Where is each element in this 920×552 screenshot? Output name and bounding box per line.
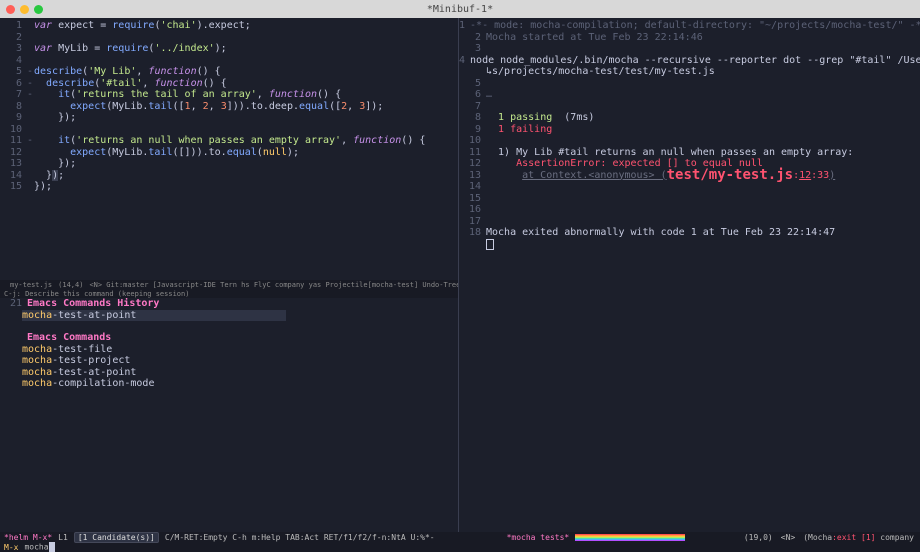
modeline-tail: <N> Git:master [Javascript-IDE Tern hs F…: [89, 281, 458, 289]
output-line: 1-*- mode: mocha-compilation; default-di…: [459, 20, 920, 32]
nyan-icon: [575, 534, 685, 541]
statusbar: *helm M-x* L1 [1 Candidate(s)] C/M-RET:E…: [0, 532, 920, 552]
helm-history-header: Emacs Commands History: [27, 298, 159, 310]
code-line[interactable]: 11- it('returns an null when passes an e…: [0, 135, 458, 147]
right-tail: company: [875, 533, 914, 542]
output-line: 7: [459, 101, 920, 113]
cursor-icon: [49, 542, 55, 552]
code-line[interactable]: 8 expect(MyLib.tail([1, 2, 3])).to.deep.…: [0, 101, 458, 113]
helm-candidate[interactable]: mocha-test-at-point: [0, 367, 458, 379]
helm-prompt-hint: C-j: Describe this command (keeping sess…: [0, 289, 458, 298]
code-line[interactable]: 5-describe('My Lib', function() {: [0, 66, 458, 78]
output-line: 13 at Context.<anonymous> (test/my-test.…: [459, 170, 920, 182]
zoom-icon[interactable]: [34, 5, 43, 14]
right-n: <N>: [781, 533, 795, 542]
right-pos: (19,0): [744, 533, 773, 542]
helm-candidate[interactable]: mocha-compilation-mode: [0, 378, 458, 390]
code-line[interactable]: 10: [0, 124, 458, 136]
code-line[interactable]: 15 });: [0, 181, 458, 193]
right-buffer-name: *mocha tests*: [507, 533, 570, 542]
mx-prompt: M-x: [4, 543, 18, 552]
output-line: 14: [459, 181, 920, 193]
right-pane: 1-*- mode: mocha-compilation; default-di…: [459, 18, 920, 532]
editor-frame: 1 var expect = require('chai').expect;2 …: [0, 18, 920, 532]
code-line[interactable]: 12 expect(MyLib.tail([])).to.equal(null)…: [0, 147, 458, 159]
left-pane: 1 var expect = require('chai').expect;2 …: [0, 18, 459, 532]
output-line: [459, 239, 920, 254]
helm-line: L1: [58, 533, 68, 542]
helm-gutter: 21: [0, 298, 27, 310]
compilation-buffer[interactable]: 1-*- mode: mocha-compilation; default-di…: [459, 18, 920, 253]
code-line[interactable]: 3 var MyLib = require('../index');: [0, 43, 458, 55]
output-line: ↳s/projects/mocha-test/test/my-test.js: [459, 66, 920, 78]
helm-help: C/M-RET:Empty C-h m:Help TAB:Act RET/f1/…: [165, 533, 435, 542]
output-line: 18Mocha exited abnormally with code 1 at…: [459, 227, 920, 239]
output-line: 5: [459, 78, 920, 90]
minimize-icon[interactable]: [20, 5, 29, 14]
code-line[interactable]: 6- describe('#tail', function() {: [0, 78, 458, 90]
window-titlebar: *Minibuf-1*: [0, 0, 920, 18]
output-line: 10: [459, 135, 920, 147]
code-line[interactable]: 1 var expect = require('chai').expect;: [0, 20, 458, 32]
code-line[interactable]: 2: [0, 32, 458, 44]
helm-commands-header: Emacs Commands: [27, 332, 111, 344]
output-line: 15: [459, 193, 920, 205]
output-line: 11 1) My Lib #tail returns an null when …: [459, 147, 920, 159]
output-line: 3: [459, 43, 920, 55]
output-line: 17: [459, 216, 920, 228]
helm-candidate[interactable]: mocha-test-project: [0, 355, 458, 367]
output-line: 9 1 failing: [459, 124, 920, 136]
code-line[interactable]: 13 });: [0, 158, 458, 170]
source-buffer[interactable]: 1 var expect = require('chai').expect;2 …: [0, 18, 458, 193]
candidate-count: [1 Candidate(s)]: [74, 532, 159, 543]
close-icon[interactable]: [6, 5, 15, 14]
code-line[interactable]: 4: [0, 55, 458, 67]
window-title: *Minibuf-1*: [0, 4, 920, 15]
modeline-pos: (14,4): [58, 281, 83, 289]
output-line: 2Mocha started at Tue Feb 23 22:14:46: [459, 32, 920, 44]
modeline-left: my-test.js (14,4) <N> Git:master [Javasc…: [0, 280, 458, 289]
code-line[interactable]: 9 });: [0, 112, 458, 124]
output-line: 4node node_modules/.bin/mocha --recursiv…: [459, 55, 920, 67]
output-line: 6…: [459, 89, 920, 101]
output-line: 16: [459, 204, 920, 216]
helm-buffer-name: *helm M-x*: [4, 533, 52, 542]
mx-input[interactable]: mocha: [24, 542, 54, 552]
exit-status: :exit [1]: [832, 533, 875, 542]
right-mode: (Mocha: [803, 533, 832, 542]
code-line[interactable]: 14 });: [0, 170, 458, 182]
code-line[interactable]: 7- it('returns the tail of an array', fu…: [0, 89, 458, 101]
output-line: 8 1 passing (7ms): [459, 112, 920, 124]
modeline-file: my-test.js: [10, 281, 52, 289]
helm-panel[interactable]: 21Emacs Commands History mocha-test-at-p…: [0, 298, 458, 530]
helm-candidate[interactable]: mocha-test-at-point: [0, 310, 458, 322]
helm-candidate[interactable]: mocha-test-file: [0, 344, 458, 356]
